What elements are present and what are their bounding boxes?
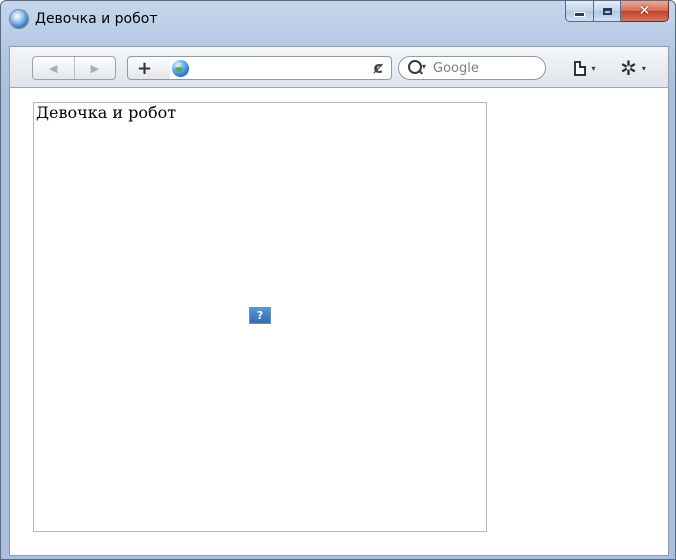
forward-arrow-icon: ▶ <box>90 61 99 75</box>
settings-button[interactable]: ✲ ▾ <box>613 54 653 82</box>
broken-image-placeholder: Девочка и робот ? <box>33 102 487 532</box>
window-title: Девочка и робот <box>35 11 158 27</box>
chevron-down-icon: ▾ <box>591 63 596 73</box>
minimize-icon <box>574 11 585 17</box>
globe-icon <box>172 60 189 77</box>
chevron-down-icon: ▾ <box>641 63 646 73</box>
search-box[interactable]: ▾ <box>398 56 546 80</box>
maximize-icon <box>602 7 612 15</box>
reload-icon[interactable]: ȼ <box>374 58 383 77</box>
search-input[interactable] <box>433 59 537 77</box>
search-icon[interactable] <box>408 60 422 74</box>
image-alt-text: Девочка и робот <box>36 103 177 122</box>
add-bookmark-button[interactable]: + <box>127 56 171 80</box>
close-button[interactable]: ✕ <box>621 1 669 22</box>
address-bar[interactable]: ȼ <box>170 56 392 80</box>
title-bar[interactable]: Девочка и робот ✕ <box>1 1 675 41</box>
maximize-button[interactable] <box>594 1 621 22</box>
minimize-button[interactable] <box>565 1 594 22</box>
page-viewport: Девочка и робот ? <box>9 88 669 556</box>
close-icon: ✕ <box>638 3 651 19</box>
gear-icon: ✲ <box>620 56 637 80</box>
back-forward-group: ◀ ▶ <box>32 56 116 80</box>
broken-image-icon: ? <box>249 307 271 324</box>
forward-button[interactable]: ▶ <box>73 57 116 79</box>
back-button[interactable]: ◀ <box>33 57 74 79</box>
page-icon <box>574 60 587 76</box>
back-arrow-icon: ◀ <box>49 61 58 75</box>
browser-window: Девочка и робот ✕ ◀ ▶ + ȼ ▾ Google ▾ ✲ ▾… <box>0 0 676 560</box>
question-mark-glyph: ? <box>256 309 264 322</box>
navigation-toolbar: ◀ ▶ + ȼ ▾ ▾ ✲ ▾ <box>9 46 669 88</box>
page-menu-button[interactable]: ▾ <box>566 54 604 82</box>
window-controls: ✕ <box>565 1 669 23</box>
browser-app-icon <box>10 10 28 28</box>
address-input[interactable] <box>194 59 362 77</box>
plus-icon: + <box>137 57 153 79</box>
search-engine-dropdown-icon[interactable]: ▾ <box>422 62 426 71</box>
